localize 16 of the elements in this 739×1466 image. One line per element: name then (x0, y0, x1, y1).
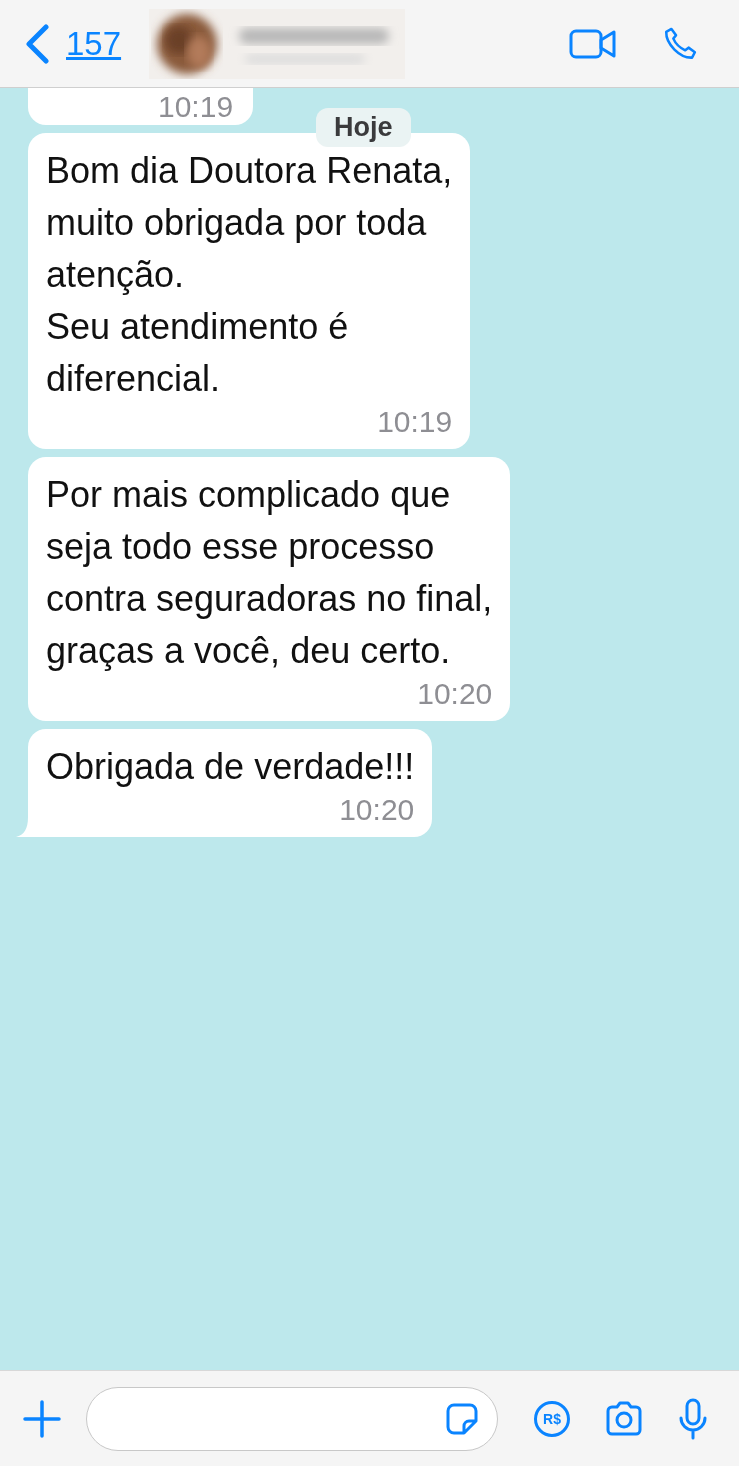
message-time: 10:19 (158, 89, 234, 124)
back-icon[interactable] (24, 23, 50, 64)
video-call-icon[interactable] (569, 27, 617, 60)
message-time: 10:20 (417, 677, 493, 711)
sticker-icon[interactable] (445, 1401, 479, 1436)
camera-icon[interactable] (604, 1400, 644, 1437)
message-time: 10:19 (377, 405, 453, 439)
payment-button[interactable]: R$ (534, 1400, 570, 1437)
add-icon[interactable] (22, 1398, 62, 1439)
message-text: Obrigada de verdade!!! (46, 745, 415, 789)
message-text: Bom dia Doutora Renata, muito obrigada por toda atenção. Seu atendimento é diferencial. (46, 149, 453, 401)
message-time: 10:20 (339, 793, 415, 827)
date-chip: Hoje (316, 108, 411, 147)
message-text: Por mais complicado que seja todo esse processo contra seguradoras no final, graças a você, deu certo. (46, 473, 493, 673)
microphone-icon[interactable] (678, 1397, 708, 1440)
unread-count[interactable]: 157 (66, 24, 122, 63)
